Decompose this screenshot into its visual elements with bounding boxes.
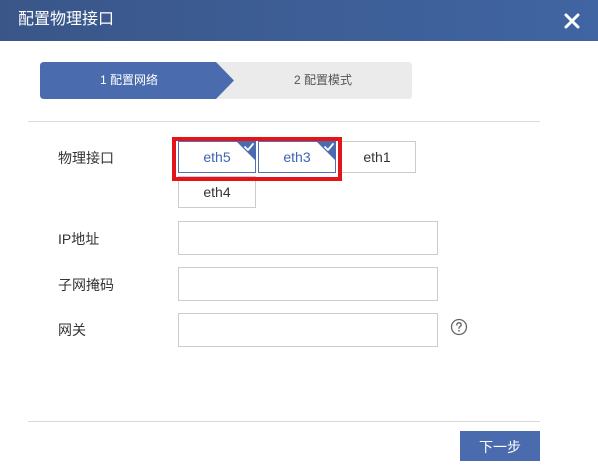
- dialog-titlebar: 配置物理接口: [0, 0, 598, 41]
- next-step-button[interactable]: 下一步: [460, 431, 540, 461]
- wizard-steps: 1 配置网络 2 配置模式: [40, 62, 412, 99]
- check-icon: [236, 141, 256, 161]
- configure-physical-interface-dialog: 配置物理接口 1 配置网络 2 配置模式 物理接口 eth5 eth3 eth1…: [0, 0, 598, 473]
- step-1-label[interactable]: 1 配置网络: [100, 72, 158, 89]
- ip-address-input[interactable]: [178, 221, 438, 255]
- interface-option-eth4[interactable]: eth4: [178, 176, 256, 208]
- interface-option-label: eth4: [203, 184, 231, 200]
- subnet-mask-input[interactable]: [178, 267, 438, 301]
- close-icon[interactable]: [562, 11, 582, 31]
- interface-option-eth5[interactable]: eth5: [178, 141, 256, 173]
- question-circle-icon[interactable]: [450, 318, 468, 336]
- subnet-mask-label: 子网掩码: [58, 277, 114, 293]
- interface-option-label: eth1: [363, 149, 391, 165]
- gateway-label: 网关: [58, 322, 86, 338]
- interface-option-eth1[interactable]: eth1: [338, 141, 416, 173]
- wizard-steps-background: [40, 62, 412, 99]
- bottom-divider: [28, 421, 540, 422]
- step-2-label[interactable]: 2 配置模式: [294, 72, 352, 89]
- check-icon: [316, 141, 336, 161]
- interface-option-label: eth5: [203, 149, 231, 165]
- interface-label: 物理接口: [58, 150, 114, 166]
- ip-address-label: IP地址: [58, 231, 100, 247]
- gateway-input[interactable]: [178, 313, 438, 347]
- interface-option-eth3[interactable]: eth3: [258, 141, 336, 173]
- interface-option-label: eth3: [283, 149, 311, 165]
- top-divider: [28, 121, 540, 122]
- dialog-title: 配置物理接口: [18, 11, 115, 28]
